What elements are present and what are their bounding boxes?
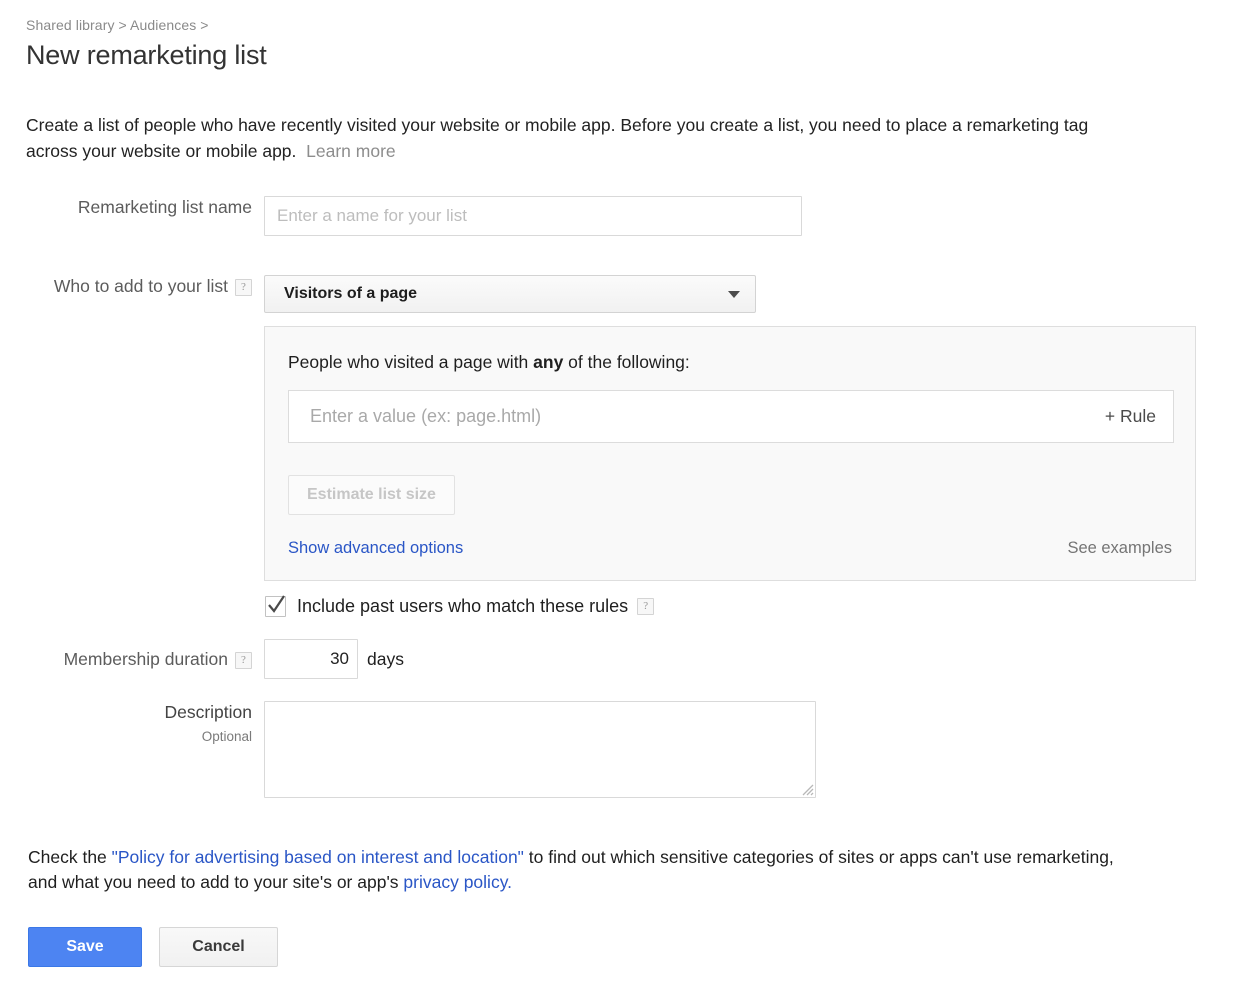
who-to-add-field-col: Visitors of a page People who visited a … bbox=[252, 275, 1196, 617]
description-wrapper bbox=[264, 701, 816, 798]
policy-prefix: Check the bbox=[28, 847, 112, 867]
page-header: Shared library > Audiences > New remarke… bbox=[0, 0, 1252, 72]
breadcrumb-text[interactable]: Shared library > Audiences > bbox=[26, 17, 209, 33]
list-name-field-col bbox=[252, 196, 802, 236]
row-membership-duration: Membership duration? days bbox=[0, 639, 1252, 679]
chevron-down-icon bbox=[728, 290, 740, 298]
intro-paragraph: Create a list of people who have recentl… bbox=[26, 112, 1136, 164]
membership-duration-unit: days bbox=[367, 648, 404, 669]
estimate-row: Estimate list size bbox=[288, 443, 1172, 515]
membership-duration-label-col: Membership duration? bbox=[0, 648, 252, 670]
membership-duration-field-col: days bbox=[252, 639, 404, 679]
membership-duration-label: Membership duration bbox=[63, 649, 228, 669]
list-name-label: Remarketing list name bbox=[77, 197, 252, 217]
description-label-col: Description Optional bbox=[0, 701, 252, 748]
rules-panel: People who visited a page with any of th… bbox=[264, 326, 1196, 581]
row-description: Description Optional bbox=[0, 701, 1252, 803]
row-who-to-add: Who to add to your list? Visitors of a p… bbox=[0, 275, 1252, 617]
description-label: Description bbox=[164, 702, 252, 722]
intro-text: Create a list of people who have recentl… bbox=[26, 115, 1089, 161]
policy-notice: Check the "Policy for advertising based … bbox=[28, 845, 1128, 895]
rules-heading-bold: any bbox=[533, 352, 564, 372]
checkmark-icon bbox=[268, 595, 285, 613]
include-past-users-row: Include past users who match these rules… bbox=[265, 595, 1196, 617]
include-past-users-label: Include past users who match these rules bbox=[297, 596, 629, 616]
estimate-list-size-button[interactable]: Estimate list size bbox=[288, 475, 455, 515]
add-rule-button[interactable]: + Rule bbox=[1091, 406, 1156, 427]
who-to-add-selected-value: Visitors of a page bbox=[284, 285, 418, 302]
description-field-col bbox=[252, 701, 816, 803]
panel-links-row: Show advanced options See examples bbox=[288, 539, 1172, 558]
learn-more-link[interactable]: Learn more bbox=[306, 141, 396, 161]
cancel-button[interactable]: Cancel bbox=[159, 927, 278, 967]
who-to-add-label: Who to add to your list bbox=[53, 276, 228, 296]
remarketing-list-name-input[interactable] bbox=[264, 196, 802, 236]
description-textarea[interactable] bbox=[264, 701, 816, 798]
who-to-add-select[interactable]: Visitors of a page bbox=[264, 275, 756, 313]
policy-link[interactable]: "Policy for advertising based on interes… bbox=[112, 847, 524, 867]
help-icon-who-to-add[interactable]: ? bbox=[235, 279, 252, 296]
save-button[interactable]: Save bbox=[28, 927, 142, 967]
page-title: New remarketing list bbox=[26, 40, 267, 70]
see-examples-link[interactable]: See examples bbox=[1067, 539, 1172, 558]
remarketing-form: Remarketing list name Who to add to your… bbox=[0, 196, 1252, 803]
who-to-add-label-col: Who to add to your list? bbox=[0, 275, 252, 297]
rules-heading-suffix: of the following: bbox=[563, 352, 690, 372]
show-advanced-options-link[interactable]: Show advanced options bbox=[288, 539, 463, 558]
breadcrumb[interactable]: Shared library > Audiences > bbox=[26, 16, 1252, 34]
membership-duration-input[interactable] bbox=[264, 639, 358, 679]
help-icon-include-past-users[interactable]: ? bbox=[637, 598, 655, 615]
row-list-name: Remarketing list name bbox=[0, 196, 1252, 236]
privacy-policy-link[interactable]: privacy policy. bbox=[403, 872, 512, 892]
rule-value-input[interactable] bbox=[308, 405, 1091, 428]
rules-heading: People who visited a page with any of th… bbox=[288, 351, 1172, 373]
description-optional-label: Optional bbox=[201, 729, 252, 744]
help-icon-membership-duration[interactable]: ? bbox=[235, 652, 252, 669]
rules-heading-prefix: People who visited a page with bbox=[288, 352, 534, 372]
rule-input-wrapper: + Rule bbox=[288, 390, 1174, 443]
form-actions: Save Cancel bbox=[28, 927, 1252, 967]
include-past-users-checkbox[interactable] bbox=[265, 595, 286, 617]
